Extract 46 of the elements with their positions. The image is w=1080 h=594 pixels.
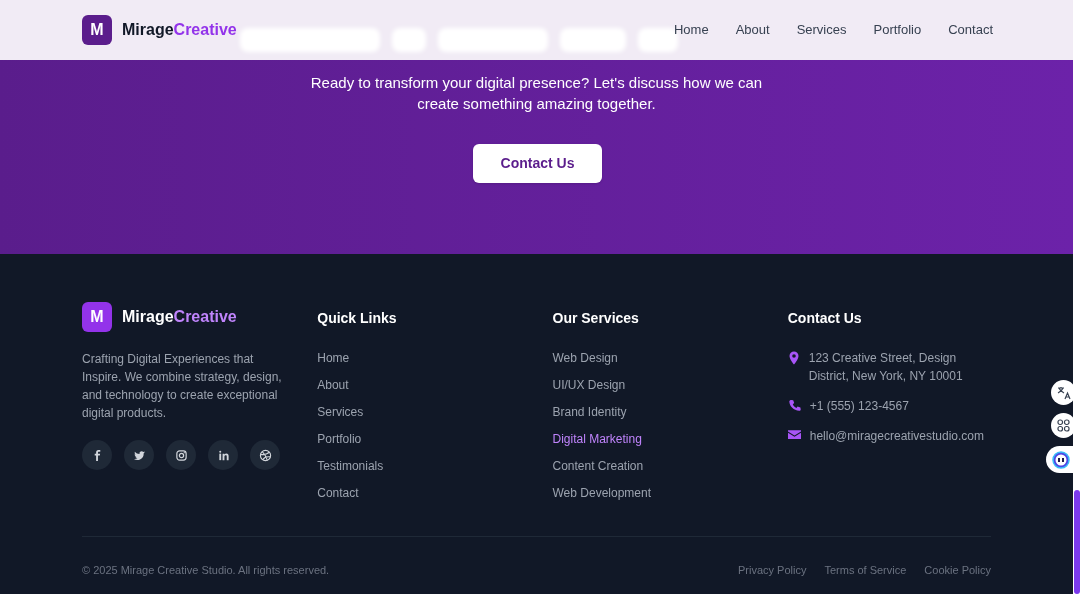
logo-mark: M — [82, 15, 112, 45]
dribbble-icon[interactable] — [250, 440, 280, 470]
logo-mark: M — [82, 302, 112, 332]
footer-link[interactable]: Portfolio — [317, 430, 362, 448]
nav-link[interactable]: Contact — [948, 20, 993, 40]
footer-link[interactable]: Services — [317, 403, 364, 421]
nav-link[interactable]: Home — [673, 20, 709, 40]
footer-link[interactable]: Web Development — [552, 484, 651, 502]
facebook-icon[interactable] — [82, 440, 112, 470]
linkedin-icon[interactable] — [208, 440, 238, 470]
footer-link[interactable]: UI/UX Design — [552, 376, 626, 394]
scrollbar-thumb[interactable] — [1074, 490, 1080, 594]
contact-address: 123 Creative Street, Design District, New York, NY 10001 — [808, 350, 964, 385]
twitter-icon[interactable] — [124, 440, 154, 470]
footer-link[interactable]: Testimonials — [317, 457, 384, 475]
contact-email: hello@miragecreativestudio.com — [809, 428, 985, 445]
footer-link[interactable]: Brand Identity — [552, 403, 627, 421]
nav-link[interactable]: Portfolio — [873, 20, 922, 40]
footer-link[interactable]: Web Design — [552, 349, 618, 367]
column-heading: Our Services — [552, 309, 640, 328]
nav-link[interactable]: Services — [796, 20, 847, 40]
contact-phone: +1 (555) 123-4567 — [809, 398, 910, 415]
instagram-icon[interactable] — [166, 440, 196, 470]
phone-icon — [787, 399, 801, 412]
column-heading: Contact Us — [787, 309, 863, 328]
legal-link[interactable]: Terms of Service — [824, 561, 907, 579]
brand-name: MirageCreative — [122, 20, 237, 40]
envelope-icon — [787, 429, 801, 439]
contact-button[interactable]: Contact Us — [473, 144, 602, 183]
footer-link[interactable]: Home — [317, 349, 350, 367]
assistant-icon[interactable] — [1046, 446, 1073, 473]
footer-description: Crafting Digital Experiences that Inspire. We combine strategy, design, and technology to create exceptional digital products. — [82, 351, 283, 422]
footer-link[interactable]: About — [317, 376, 349, 394]
nav-link[interactable]: About — [735, 20, 770, 40]
footer-link[interactable]: Contact — [317, 484, 359, 502]
apps-icon[interactable] — [1051, 413, 1076, 438]
footer-link[interactable]: Content Creation — [552, 457, 644, 475]
translate-icon[interactable] — [1051, 380, 1076, 405]
column-heading: Quick Links — [317, 309, 398, 328]
footer-link[interactable]: Digital Marketing — [552, 430, 642, 448]
cta-text: Ready to transform your digital presence? Let's discuss how we can create something amazing together. — [309, 73, 764, 114]
copyright-text: © 2025 Mirage Creative Studio. All rights reserved. — [82, 562, 330, 578]
brand-name: MirageCreative — [122, 307, 237, 327]
location-pin-icon — [787, 351, 800, 365]
legal-link[interactable]: Privacy Policy — [737, 561, 807, 579]
legal-link[interactable]: Cookie Policy — [924, 561, 991, 579]
